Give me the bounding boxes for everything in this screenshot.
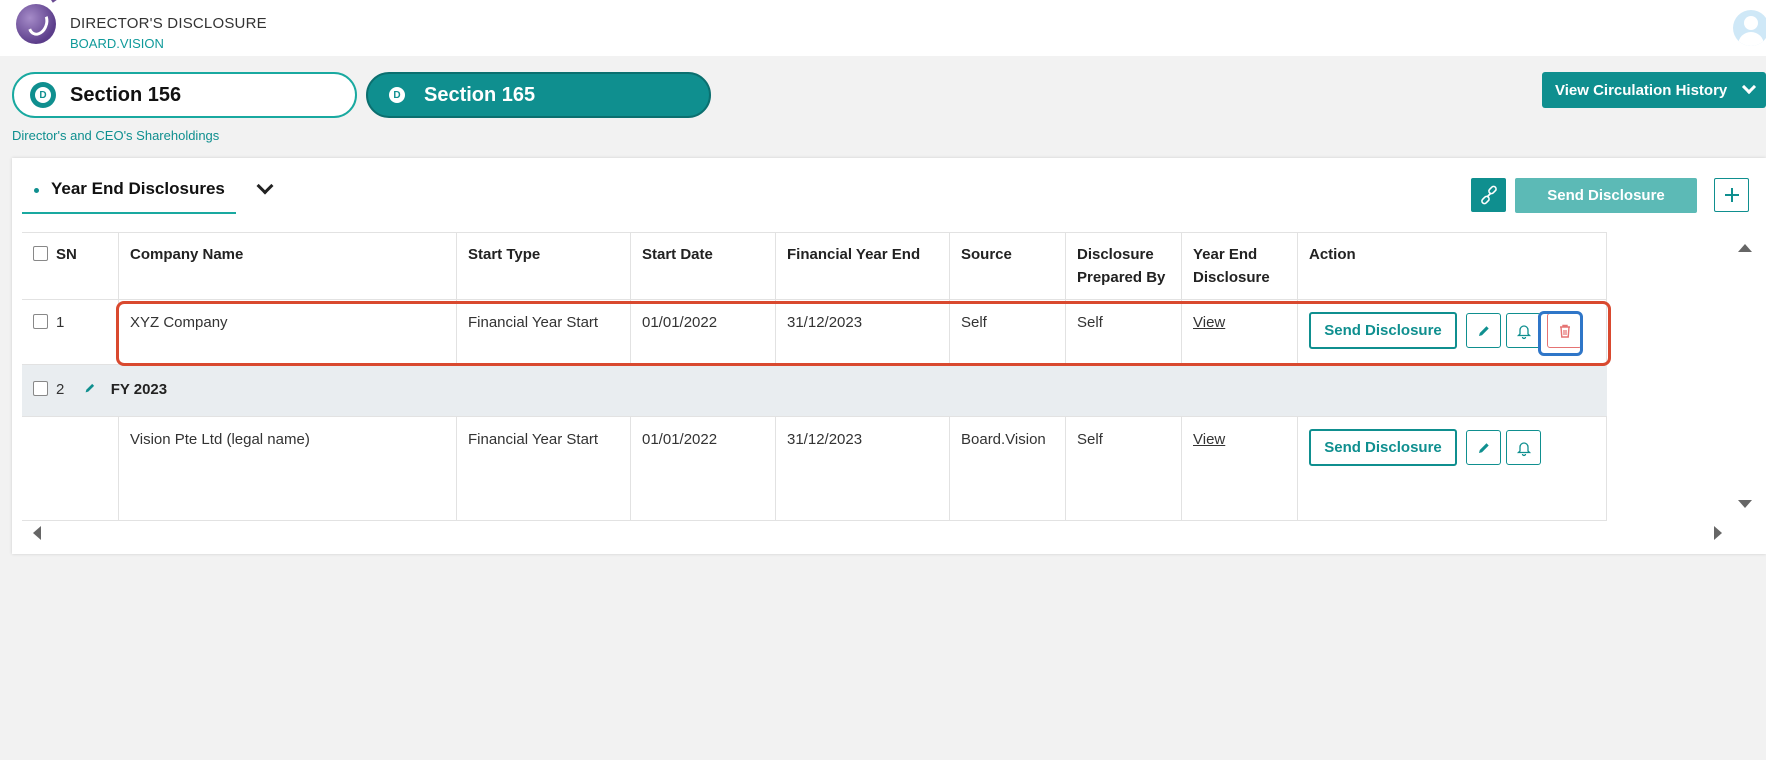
tab-section-156[interactable]: D Section 156	[12, 72, 357, 118]
header-action: Action	[1298, 233, 1607, 299]
header-year-end-disclosure: Year End Disclosure	[1182, 233, 1298, 299]
header-sn: SN	[22, 233, 119, 299]
table-row: Vision Pte Ltd (legal name) Financial Ye…	[22, 417, 1607, 521]
copy-link-button[interactable]	[1471, 178, 1506, 212]
table-group-row: 2 FY 2023	[22, 365, 1607, 417]
link-icon	[1480, 185, 1497, 205]
view-link[interactable]: View	[1193, 431, 1225, 448]
cell-start-type: Financial Year Start	[457, 417, 631, 520]
header-source: Source	[950, 233, 1066, 299]
cell-prepared-by: Self	[1066, 417, 1182, 520]
app-subtitle: BOARD.VISION	[70, 36, 164, 51]
user-avatar-icon[interactable]	[1733, 10, 1766, 46]
tab-year-end-disclosures-label: Year End Disclosures	[51, 179, 225, 198]
pencil-icon	[1478, 442, 1489, 453]
plus-icon	[1724, 188, 1739, 202]
cell-company-name: Vision Pte Ltd (legal name)	[119, 417, 457, 520]
group-label: FY 2023	[110, 381, 168, 398]
top-bar: DIRECTOR'S DISCLOSURE BOARD.VISION	[0, 0, 1766, 56]
tab-section-165-label: Section 165	[424, 83, 536, 106]
row-send-disclosure-button[interactable]: Send Disclosure	[1309, 429, 1457, 466]
cell-group: 2 FY 2023	[22, 365, 322, 416]
view-circulation-history-button[interactable]: View Circulation History	[1542, 72, 1766, 108]
avatar-body	[1738, 32, 1764, 46]
tab-section-165[interactable]: D Section 165	[366, 72, 711, 118]
scroll-down-arrow-icon[interactable]	[1738, 500, 1752, 508]
pencil-icon[interactable]	[83, 381, 97, 395]
select-all-checkbox[interactable]	[33, 246, 48, 261]
cell-source: Board.Vision	[950, 417, 1066, 520]
table-header-row: SN Company Name Start Type Start Date Fi…	[22, 232, 1607, 300]
cell-sn: 1	[22, 300, 119, 364]
view-circulation-history-label: View Circulation History	[1555, 81, 1728, 99]
cell-year-end-disclosure: View	[1182, 417, 1298, 520]
section-badge-icon: D	[384, 82, 410, 108]
bell-icon	[1516, 441, 1531, 456]
logo-quill	[51, 0, 68, 3]
chevron-down-icon	[1741, 79, 1757, 95]
cell-sn	[22, 417, 119, 520]
scroll-left-arrow-icon[interactable]	[33, 526, 41, 540]
send-disclosure-button[interactable]: Send Disclosure	[1515, 178, 1697, 213]
edit-button[interactable]	[1466, 430, 1501, 465]
reminder-button[interactable]	[1506, 430, 1541, 465]
app-title: DIRECTOR'S DISCLOSURE	[70, 15, 267, 32]
tab-section-156-label: Section 156	[70, 83, 182, 106]
section-badge-letter: D	[389, 87, 405, 103]
row-sn: 1	[56, 314, 65, 331]
add-button[interactable]	[1714, 178, 1749, 212]
header-start-type: Start Type	[457, 233, 631, 299]
row-sn: 2	[56, 381, 65, 398]
row-highlight-outline	[116, 301, 1611, 366]
tab-year-end-disclosures[interactable]: Year End Disclosures	[22, 170, 236, 214]
bullet-dot	[34, 188, 39, 193]
cell-financial-year-end: 31/12/2023	[776, 417, 950, 520]
avatar-head	[1744, 16, 1758, 30]
delete-focus-outline	[1538, 311, 1583, 356]
header-sn-label: SN	[56, 246, 77, 263]
section-badge-icon: D	[30, 82, 56, 108]
row-checkbox[interactable]	[33, 381, 48, 396]
scroll-right-arrow-icon[interactable]	[1714, 526, 1722, 540]
section-badge-letter: D	[35, 87, 51, 103]
cell-action: Send Disclosure	[1298, 417, 1607, 520]
header-start-date: Start Date	[631, 233, 776, 299]
cell-start-date: 01/01/2022	[631, 417, 776, 520]
header-disclosure-prepared-by: Disclosure Prepared By	[1066, 233, 1182, 299]
header-financial-year-end: Financial Year End	[776, 233, 950, 299]
row-checkbox[interactable]	[33, 314, 48, 329]
breadcrumb[interactable]: Director's and CEO's Shareholdings	[12, 128, 219, 143]
scroll-up-arrow-icon[interactable]	[1738, 244, 1752, 252]
header-company-name: Company Name	[119, 233, 457, 299]
